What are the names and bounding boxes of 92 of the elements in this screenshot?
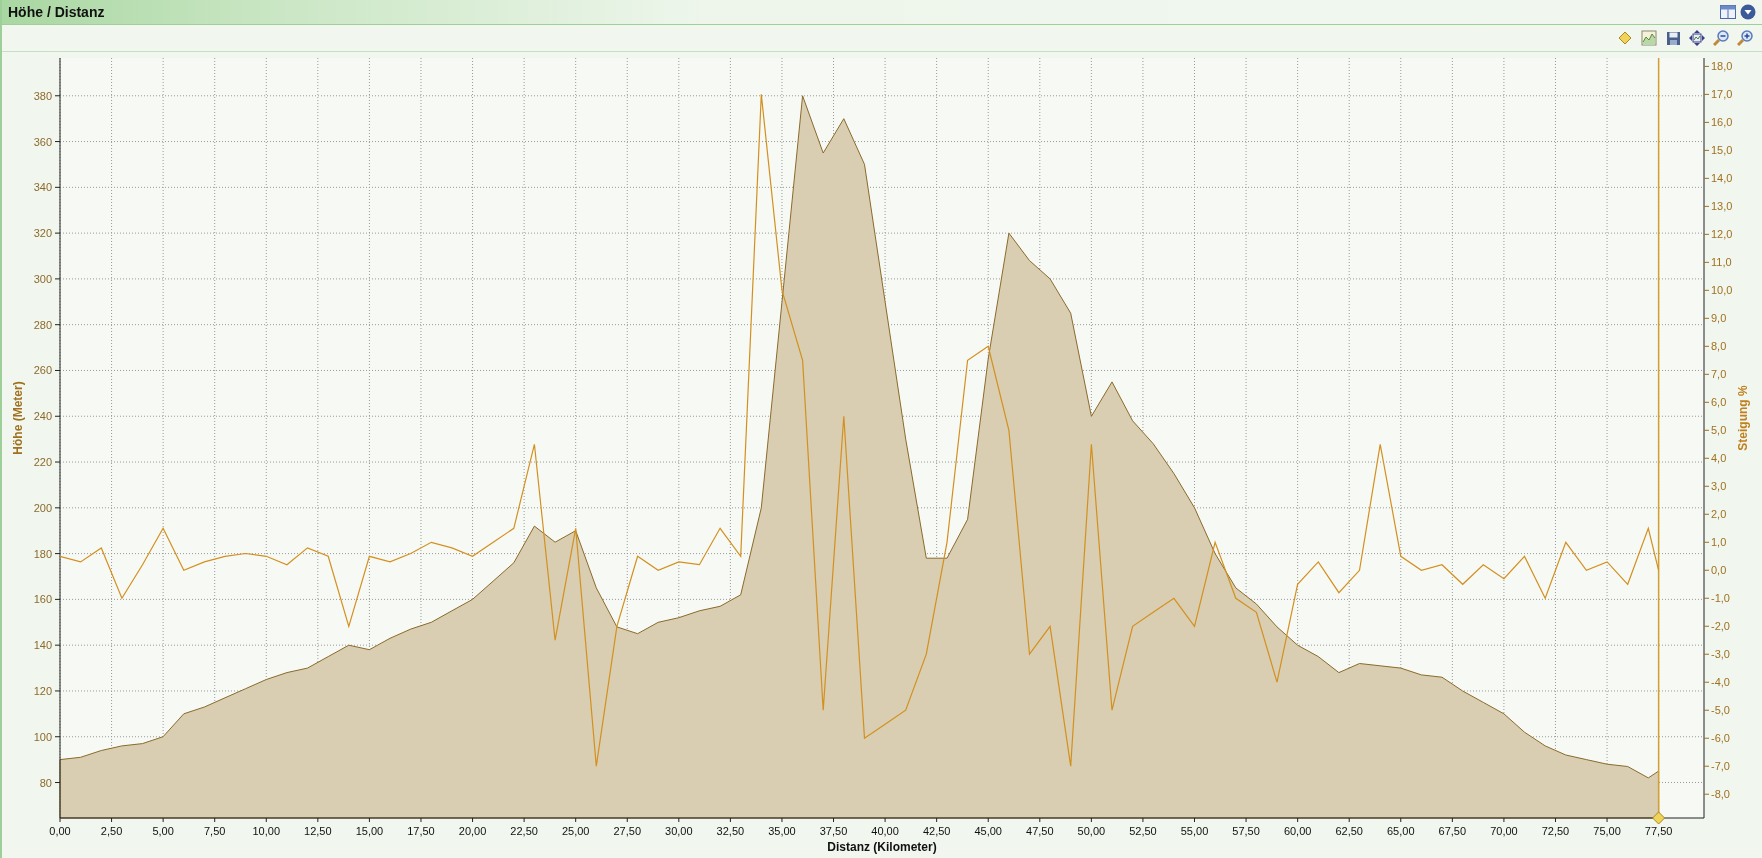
- axis-tick-label: 60,00: [1283, 825, 1312, 837]
- axis-tick-label: 12,50: [304, 825, 332, 837]
- layout-icon[interactable]: [1720, 5, 1736, 19]
- axis-tick-label: 260: [33, 364, 52, 377]
- axis-tick-label: 280: [33, 318, 52, 331]
- axis-tick-label: 11,0: [1711, 256, 1732, 269]
- axis-tick-label: 57,50: [1232, 825, 1260, 837]
- axis-tick-label: 37,50: [819, 825, 848, 837]
- move-icon: [1689, 30, 1705, 46]
- axis-tick-label: 40,00: [871, 825, 899, 837]
- toolbar-button[interactable]: [1736, 29, 1754, 47]
- axis-tick-label: 5,00: [152, 825, 174, 837]
- toolbar-button[interactable]: [1664, 29, 1682, 47]
- axis-tick-label: 17,50: [407, 825, 435, 837]
- zoom-out-icon: [1713, 30, 1729, 46]
- axis-tick-label: 2,50: [100, 825, 123, 837]
- axis-title: Höhe (Meter): [11, 381, 25, 455]
- axis-tick-label: -5,0: [1711, 704, 1730, 717]
- axis-tick-label: 140: [33, 639, 52, 652]
- save-icon: [1665, 30, 1681, 46]
- axis-tick-label: 360: [33, 135, 52, 148]
- axis-tick-label: 67,50: [1438, 825, 1467, 837]
- axis-tick-label: -2,0: [1711, 620, 1730, 633]
- axis-tick-label: 15,00: [355, 825, 384, 837]
- axis-tick-label: 30,00: [665, 825, 693, 837]
- axis-tick-label: 240: [33, 410, 52, 423]
- axis-tick-label: 25,00: [561, 825, 590, 837]
- axis-tick-label: 10,0: [1711, 284, 1733, 297]
- axis-tick-label: 100: [33, 730, 52, 743]
- axis-tick-label: 70,00: [1490, 825, 1518, 837]
- axis-tick-label: 10,00: [252, 825, 281, 837]
- axis-tick-label: 7,50: [204, 825, 226, 837]
- axis-tick-label: -4,0: [1711, 676, 1730, 689]
- dropdown-icon[interactable]: [1740, 4, 1756, 20]
- axis-tick-label: 47,50: [1026, 825, 1054, 837]
- chart-icon: [1641, 30, 1657, 46]
- axis-tick-label: 8,0: [1711, 340, 1727, 353]
- axis-tick-label: 0,00: [49, 825, 71, 837]
- axis-tick-label: -6,0: [1711, 732, 1730, 745]
- axis-tick-label: 55,00: [1180, 825, 1209, 837]
- axis-tick-label: 45,00: [974, 825, 1002, 837]
- axis-tick-label: 340: [33, 181, 52, 194]
- position-marker[interactable]: [1652, 57, 1666, 825]
- axis-tick-label: 16,0: [1711, 116, 1733, 129]
- axis-tick-label: 7,0: [1711, 368, 1727, 381]
- axis-tick-label: 72,50: [1541, 825, 1570, 837]
- axis-tick-label: 9,0: [1711, 312, 1727, 325]
- axis-tick-label: 62,50: [1335, 825, 1363, 837]
- axis-tick-label: 120: [33, 684, 52, 697]
- axis-tick-label: 1,0: [1711, 536, 1727, 549]
- axis-tick-label: 160: [33, 593, 52, 606]
- axis-tick-label: -3,0: [1711, 648, 1730, 661]
- window-title: Höhe / Distanz: [8, 4, 105, 20]
- axis-tick-label: 32,50: [716, 825, 745, 837]
- axis-tick-label: 0,0: [1711, 564, 1727, 577]
- axis-tick-label: 52,50: [1129, 825, 1157, 837]
- axis-tick-label: 220: [33, 456, 52, 469]
- axis-title: Distanz (Kilometer): [827, 840, 937, 854]
- axis-tick-label: 15,0: [1711, 144, 1733, 157]
- axis-tick-label: 3,0: [1711, 480, 1727, 493]
- zoom-in-icon: [1737, 30, 1753, 46]
- axis-tick-label: 380: [33, 89, 52, 102]
- axis-tick-label: 4,0: [1711, 452, 1727, 465]
- axis-tick-label: 50,00: [1077, 825, 1106, 837]
- toolbar-button[interactable]: [1712, 29, 1730, 47]
- axis-tick-label: 35,00: [768, 825, 796, 837]
- axis-tick-label: 12,0: [1711, 228, 1733, 241]
- axis-tick-label: 22,50: [510, 825, 538, 837]
- axis-tick-label: 17,0: [1711, 88, 1733, 101]
- axis-tick-label: 14,0: [1711, 172, 1733, 185]
- axis-tick-label: 75,00: [1593, 825, 1621, 837]
- diamond-icon: [1618, 31, 1632, 45]
- axis-tick-label: 5,0: [1711, 424, 1727, 437]
- axis-tick-label: 65,00: [1387, 825, 1415, 837]
- axis-tick-label: -8,0: [1711, 788, 1730, 801]
- axis-tick-label: 2,0: [1711, 508, 1727, 521]
- axis-tick-label: 20,00: [458, 825, 487, 837]
- toolbar-button[interactable]: [1688, 29, 1706, 47]
- axis-tick-label: 42,50: [922, 825, 951, 837]
- axis-tick-label: 27,50: [613, 825, 641, 837]
- axis-title: Steigung %: [1736, 385, 1750, 451]
- axis-tick-label: 77,50: [1644, 825, 1673, 837]
- axis-tick-label: 300: [33, 272, 52, 285]
- axis-tick-label: 320: [33, 227, 52, 240]
- axis-tick-label: -1,0: [1711, 592, 1730, 605]
- axis-tick-label: 180: [33, 547, 52, 560]
- axis-tick-label: 13,0: [1711, 200, 1733, 213]
- axis-tick-label: 18,0: [1711, 60, 1733, 73]
- axis-tick-label: 80: [39, 776, 52, 789]
- axis-tick-label: 200: [33, 501, 52, 514]
- axis-tick-label: 6,0: [1711, 396, 1727, 409]
- axis-tick-label: -7,0: [1711, 760, 1730, 773]
